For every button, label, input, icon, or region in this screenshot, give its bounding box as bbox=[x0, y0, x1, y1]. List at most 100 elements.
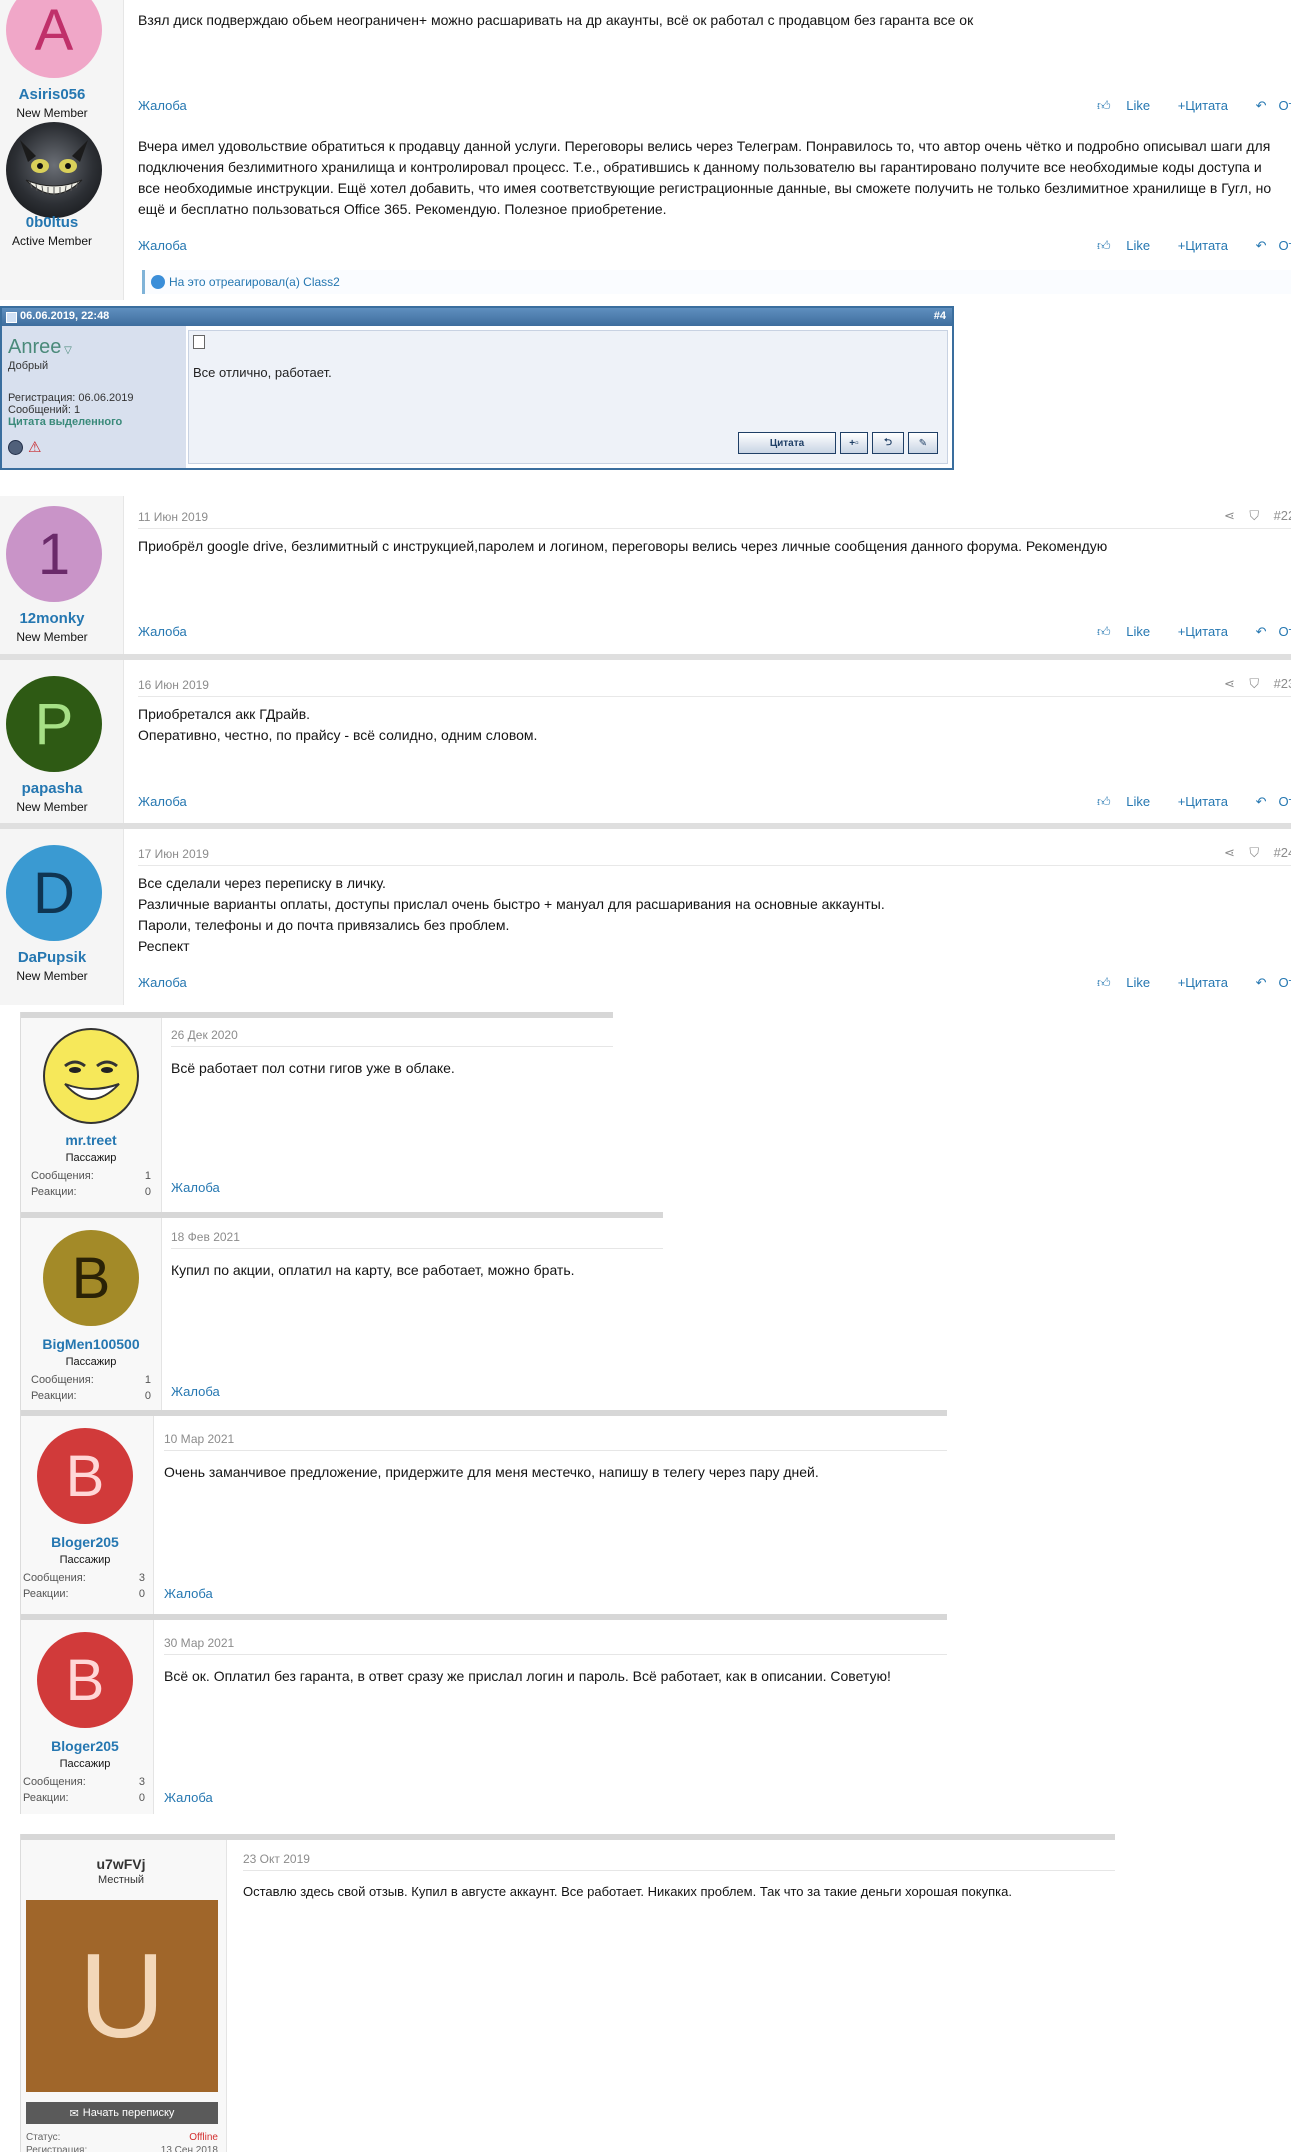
reply-button[interactable]: ↶ Ответить bbox=[1256, 624, 1291, 639]
bookmark-icon[interactable]: ⛉ bbox=[1249, 845, 1259, 860]
multi-quote-button[interactable]: +▫ bbox=[840, 432, 868, 454]
post-date[interactable]: 16 Июн 2019 bbox=[138, 678, 209, 692]
post-number[interactable]: #22 bbox=[1274, 508, 1291, 523]
avatar[interactable]: U bbox=[26, 1900, 218, 2092]
vb-post-number[interactable]: #4 bbox=[934, 310, 946, 322]
reply-button[interactable]: ↶ Ответить bbox=[1256, 794, 1291, 809]
report-link[interactable]: Жалоба bbox=[164, 1586, 213, 1601]
quote-button[interactable]: +Цитата bbox=[1178, 98, 1240, 113]
offline-icon bbox=[8, 440, 23, 455]
username[interactable]: mr.treet bbox=[21, 1132, 161, 1148]
user-title: New Member bbox=[16, 800, 88, 814]
post-papasha: P papasha New Member 16 Июн 2019 ⋖ ⛉ #23… bbox=[0, 660, 1291, 823]
vb-post-header: 06.06.2019, 22:48 #4 bbox=[2, 308, 952, 326]
reply-button[interactable]: ↶ Ответить bbox=[1256, 238, 1291, 253]
post-line: Приобретался акк ГДрайв. bbox=[138, 706, 311, 722]
post-bigmen100500: B BigMen100500 Пассажир Сообщения: 1 Реа… bbox=[20, 1212, 663, 1410]
avatar-smiley[interactable] bbox=[43, 1028, 139, 1124]
post-line: Респект bbox=[138, 938, 190, 954]
stat-label: Сообщения: bbox=[23, 1776, 86, 1788]
post-date[interactable]: 17 Июн 2019 bbox=[138, 847, 209, 861]
username[interactable]: 12monky bbox=[0, 610, 104, 627]
vb-registration: Регистрация: 06.06.2019 bbox=[8, 392, 134, 404]
quick-reply-button[interactable]: ⮌ bbox=[872, 432, 904, 454]
post-line: Пароли, телефоны и до почта привязались … bbox=[138, 917, 510, 933]
username[interactable]: u7wFVj bbox=[21, 1856, 221, 1872]
post-date[interactable]: 23 Окт 2019 bbox=[243, 1852, 310, 1866]
avatar-grinning-cat[interactable] bbox=[6, 122, 102, 218]
report-link[interactable]: Жалоба bbox=[138, 238, 187, 253]
stat-value: 0 bbox=[138, 1588, 145, 1600]
report-link[interactable]: Жалоба bbox=[138, 624, 187, 639]
username[interactable]: Asiris056 bbox=[0, 86, 104, 103]
like-button[interactable]: 👍︎ Like bbox=[1097, 975, 1162, 990]
post-date[interactable]: 11 Июн 2019 bbox=[138, 510, 208, 524]
username[interactable]: 0b0ltus bbox=[0, 214, 104, 231]
avatar[interactable]: B bbox=[43, 1230, 139, 1326]
share-icon[interactable]: ⋖ bbox=[1224, 676, 1235, 691]
username[interactable]: DaPupsik bbox=[0, 949, 104, 966]
like-button[interactable]: 👍︎ Like bbox=[1097, 624, 1162, 639]
avatar[interactable]: B bbox=[37, 1428, 133, 1524]
username[interactable]: BigMen100500 bbox=[21, 1336, 161, 1352]
post-number[interactable]: #24 bbox=[1274, 845, 1291, 860]
date-divider bbox=[171, 1046, 613, 1047]
report-link[interactable]: Жалоба bbox=[138, 975, 187, 990]
post-u7wfvj: u7wFVj Местный U ✉ Начать переписку Стату… bbox=[20, 1834, 1115, 2152]
stat-value: 3 bbox=[138, 1572, 145, 1584]
quote-button[interactable]: +Цитата bbox=[1178, 794, 1240, 809]
report-link[interactable]: Жалоба bbox=[171, 1180, 220, 1195]
start-conversation-button[interactable]: ✉ Начать переписку bbox=[26, 2102, 218, 2124]
avatar[interactable]: P bbox=[6, 676, 102, 772]
post-tools: ⋖ ⛉ #23 bbox=[1224, 676, 1291, 692]
post-number[interactable]: #23 bbox=[1274, 676, 1291, 691]
post-icon bbox=[6, 312, 17, 323]
post-date[interactable]: 26 Дек 2020 bbox=[171, 1028, 238, 1042]
post-top-bar bbox=[21, 1614, 947, 1620]
report-link[interactable]: Жалоба bbox=[138, 794, 187, 809]
report-link[interactable]: Жалоба bbox=[164, 1790, 213, 1805]
date-divider bbox=[243, 1870, 1115, 1871]
report-link[interactable]: Жалоба bbox=[171, 1384, 220, 1399]
reply-button[interactable]: ↶ Ответить bbox=[1256, 98, 1291, 113]
reply-button[interactable]: ↶ Ответить bbox=[1256, 975, 1291, 990]
username[interactable]: papasha bbox=[0, 780, 104, 797]
like-button[interactable]: 👍︎ Like bbox=[1097, 98, 1162, 113]
post-date[interactable]: 30 Мар 2021 bbox=[164, 1636, 234, 1650]
quote-button[interactable]: +Цитата bbox=[1178, 975, 1240, 990]
quote-button[interactable]: +Цитата bbox=[1178, 238, 1240, 253]
post-0b0ltus: 0b0ltus Active Member Вчера имел удоволь… bbox=[0, 120, 1291, 300]
post-text: Оставлю здесь свой отзыв. Купил в август… bbox=[243, 1884, 1012, 1899]
like-button[interactable]: 👍︎ Like bbox=[1097, 794, 1162, 809]
stat-value: 0 bbox=[144, 1390, 151, 1402]
avatar[interactable]: B bbox=[37, 1632, 133, 1728]
edit-button[interactable]: ✎ bbox=[908, 432, 938, 454]
start-conversation-label: Начать переписку bbox=[82, 2107, 175, 2119]
username[interactable]: Bloger205 bbox=[21, 1738, 149, 1754]
stat-label: Реакции: bbox=[31, 1390, 77, 1402]
vb-quote-selected[interactable]: Цитата выделенного bbox=[8, 416, 122, 428]
report-link[interactable]: Жалоба bbox=[138, 98, 187, 113]
reply-label: Ответить bbox=[1278, 238, 1291, 253]
avatar[interactable]: 1 bbox=[6, 506, 102, 602]
username[interactable]: Bloger205 bbox=[21, 1534, 149, 1550]
post-bloger205-2: B Bloger205 Пассажир Сообщения: 3 Реакци… bbox=[20, 1614, 947, 1814]
post-date[interactable]: 10 Мар 2021 bbox=[164, 1432, 234, 1446]
like-button[interactable]: 👍︎ Like bbox=[1097, 238, 1162, 253]
vb-quote-label: Цитата bbox=[769, 437, 805, 449]
quote-label: Цитата bbox=[1185, 238, 1228, 253]
header-divider bbox=[138, 696, 1291, 697]
post-date[interactable]: 18 Фев 2021 bbox=[171, 1230, 240, 1244]
bookmark-icon[interactable]: ⛉ bbox=[1249, 508, 1259, 523]
quote-button[interactable]: +Цитата bbox=[1178, 624, 1240, 639]
warning-icon[interactable]: ⚠ bbox=[28, 438, 41, 456]
stat-label: Реакции: bbox=[23, 1588, 69, 1600]
bookmark-icon[interactable]: ⛉ bbox=[1249, 676, 1259, 691]
vb-username[interactable]: Anree ▽ bbox=[8, 336, 72, 359]
vb-quote-button[interactable]: Цитата bbox=[738, 432, 836, 454]
reactions-bar[interactable]: На это отреагировал(а) Class2 bbox=[142, 270, 1291, 294]
avatar[interactable]: D bbox=[6, 845, 102, 941]
share-icon[interactable]: ⋖ bbox=[1224, 508, 1235, 523]
reply-icon: ↶ bbox=[1255, 975, 1267, 990]
share-icon[interactable]: ⋖ bbox=[1224, 845, 1235, 860]
